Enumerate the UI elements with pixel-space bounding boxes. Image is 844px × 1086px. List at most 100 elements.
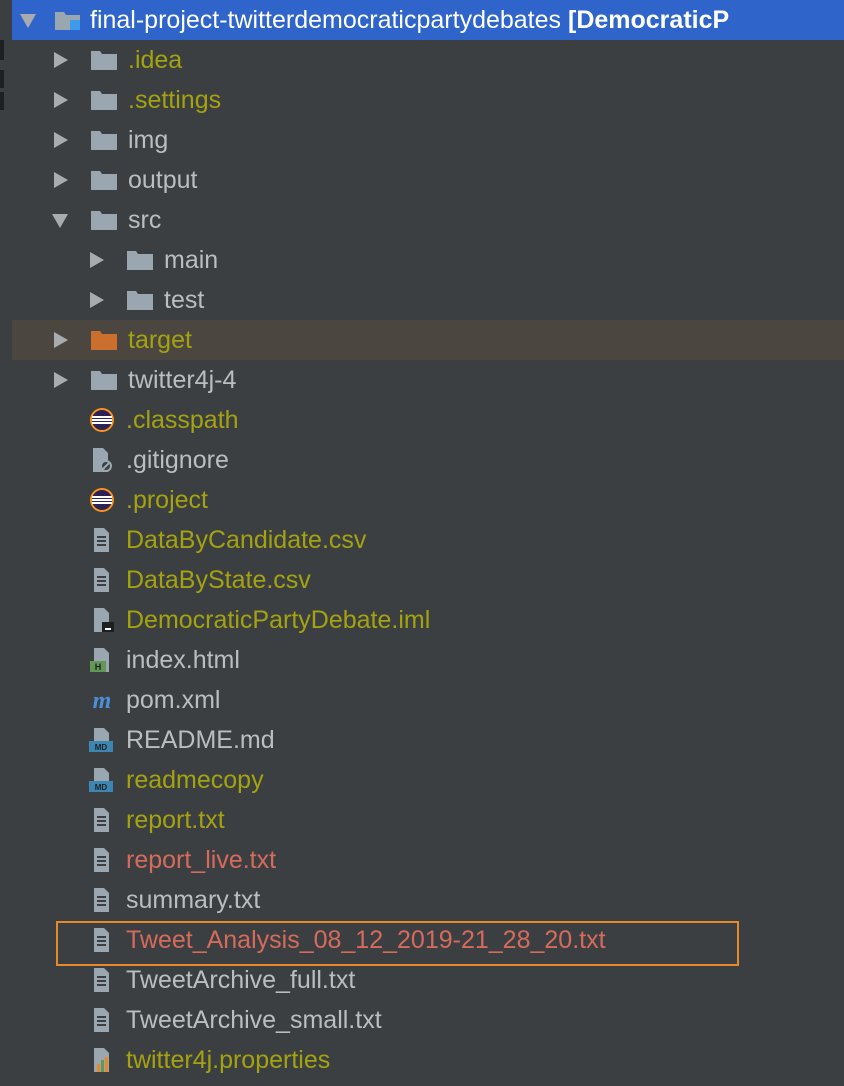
tree-item-pom-xml[interactable]: m pom.xml [12,680,844,720]
tree-item-databycandidate-csv[interactable]: DataByCandidate.csv [12,520,844,560]
svg-text:m: m [93,688,112,712]
tree-item-settings[interactable]: .settings [12,80,844,120]
gutter-marker [0,70,4,88]
tree-item-label: README.md [126,726,275,754]
expand-arrow-icon[interactable] [54,52,68,68]
tree-item-twitter4j-4[interactable]: twitter4j-4 [12,360,844,400]
tree-item-img[interactable]: img [12,120,844,160]
expand-arrow-icon[interactable] [54,132,68,148]
expand-arrow-icon[interactable] [54,332,68,348]
folder-icon [90,168,118,192]
text-file-icon [88,568,116,592]
text-file-icon [88,528,116,552]
text-file-icon [88,968,116,992]
tree-item-src[interactable]: src [12,200,844,240]
tree-item-index-html[interactable]: Hindex.html [12,640,844,680]
tree-item-tweet-analysis-08-12-2019-21-28-20-txt[interactable]: Tweet_Analysis_08_12_2019-21_28_20.txt [12,920,844,966]
tree-item-output[interactable]: output [12,160,844,200]
svg-text:MD: MD [95,743,108,752]
collapse-arrow-icon[interactable] [52,214,68,228]
tree-item-label: twitter4j.properties [126,1046,331,1074]
gutter-marker [0,92,4,110]
tree-item-label: twitter4j-4 [128,366,237,394]
folder-icon [90,88,118,112]
folder-icon [90,48,118,72]
tree-item-label: .gitignore [126,446,229,474]
expand-arrow-icon[interactable] [54,372,68,388]
tree-root-row[interactable]: final-project-twitterdemocraticpartydeba… [12,0,844,40]
module-file-icon [88,608,116,632]
tree-item-project[interactable]: .project [12,480,844,520]
expand-arrow-icon[interactable] [54,172,68,188]
expand-arrow-icon[interactable] [90,252,104,268]
tree-item-label: TweetArchive_small.txt [126,1006,382,1034]
tree-item-label: DataByState.csv [126,566,311,594]
text-file-icon [88,928,116,952]
tree-item-label: Tweet_Analysis_08_12_2019-21_28_20.txt [126,926,606,954]
root-label: final-project-twitterdemocraticpartydeba… [90,6,730,34]
tree-item-readmecopy[interactable]: MD readmecopy [12,760,844,800]
html-file-icon: H [88,648,116,672]
tree-item-test[interactable]: test [12,280,844,320]
tree-item-label: img [128,126,169,154]
tree-item-label: TweetArchive_full.txt [126,966,356,994]
project-tree[interactable]: final-project-twitterdemocraticpartydeba… [0,0,844,1086]
maven-icon: m [88,688,116,714]
excluded-folder-icon [90,328,118,352]
tree-item-label: .idea [128,46,183,74]
expand-arrow-icon[interactable] [54,92,68,108]
folder-icon [126,248,154,272]
text-file-icon [88,848,116,872]
tree-item-label: .classpath [126,406,239,434]
markdown-file-icon: MD [88,768,116,792]
ignored-file-icon [88,448,116,472]
tree-item-democraticpartydebate-iml[interactable]: DemocraticPartyDebate.iml [12,600,844,640]
tree-item-label: output [128,166,198,194]
folder-icon [126,288,154,312]
tree-item-label: index.html [126,646,240,674]
tree-item-report-txt[interactable]: report.txt [12,800,844,840]
tree-item-label: .project [126,486,208,514]
tree-item-label: test [164,286,205,314]
tree-item-tweetarchive-full-txt[interactable]: TweetArchive_full.txt [12,960,844,1000]
tree-item-databystate-csv[interactable]: DataByState.csv [12,560,844,600]
svg-text:H: H [95,662,102,672]
folder-icon [90,128,118,152]
tree-item-label: main [164,246,219,274]
tree-item-label: target [128,326,192,354]
gutter-marker [0,40,4,60]
expand-arrow-icon[interactable] [90,292,104,308]
tree-item-label: DataByCandidate.csv [126,526,367,554]
tree-item-main[interactable]: main [12,240,844,280]
text-file-icon [88,888,116,912]
eclipse-icon [88,408,116,432]
properties-file-icon [88,1048,116,1072]
tree-item-readme-md[interactable]: MD README.md [12,720,844,760]
tree-item-label: src [128,206,162,234]
tree-item-label: report_live.txt [126,846,277,874]
markdown-file-icon: MD [88,728,116,752]
tree-item-tweetarchive-small-txt[interactable]: TweetArchive_small.txt [12,1000,844,1040]
text-file-icon [88,1008,116,1032]
text-file-icon [88,808,116,832]
folder-icon [90,208,118,232]
tree-item-twitter4j-properties[interactable]: twitter4j.properties [12,1040,844,1080]
tree-item-label: report.txt [126,806,225,834]
svg-text:MD: MD [95,783,108,792]
tree-item-label: summary.txt [126,886,261,914]
tree-item-gitignore[interactable]: .gitignore [12,440,844,480]
folder-icon [90,368,118,392]
tree-item-label: pom.xml [126,686,221,714]
project-folder-icon [54,8,82,32]
tree-item-report-live-txt[interactable]: report_live.txt [12,840,844,880]
tree-item-label: readmecopy [126,766,264,794]
expand-arrow-icon[interactable] [20,14,36,28]
tree-item-target[interactable]: target [12,320,844,360]
tree-item-idea[interactable]: .idea [12,40,844,80]
left-gutter [0,0,12,1086]
tree-item-classpath[interactable]: .classpath [12,400,844,440]
eclipse-icon [88,488,116,512]
tree-item-summary-txt[interactable]: summary.txt [12,880,844,920]
tree-item-label: .settings [128,86,222,114]
tree-item-label: DemocraticPartyDebate.iml [126,606,431,634]
